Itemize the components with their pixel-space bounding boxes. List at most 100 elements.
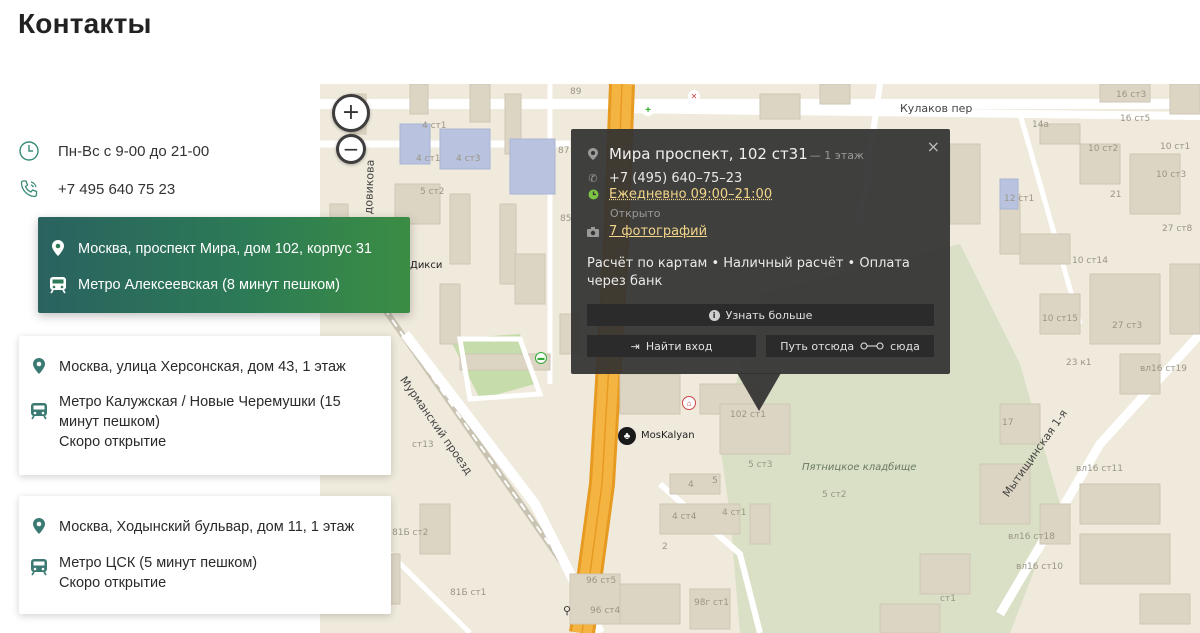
location-metro-text-line1: Метро Калужская / Новые Черемушки (15 [59, 394, 341, 410]
location-pin-icon [48, 239, 68, 256]
map-label-street: довикова [362, 159, 377, 215]
map-label-building: 27 ст3 [1112, 321, 1143, 331]
phone-text: +7 495 640 75 23 [58, 180, 176, 198]
pharmacy-marker-icon: + [642, 104, 654, 116]
map-label-building: ст1 [940, 594, 956, 604]
location-card[interactable]: Москва, улица Херсонская, дом 43, 1 этаж… [19, 336, 391, 475]
balloon-hours[interactable]: Ежедневно 09:00–21:00 [587, 187, 772, 202]
map-label-building: 89 [570, 87, 582, 97]
zoom-out-button[interactable]: − [336, 134, 366, 164]
location-metro: Метро Алексеевская (8 минут пешком) [48, 275, 340, 295]
map-label-building: 10 ст14 [1072, 256, 1108, 266]
map-label-building: 98г ст1 [694, 598, 729, 608]
map-label-building: ст13 [412, 440, 434, 450]
close-icon[interactable]: × [927, 137, 940, 156]
route-from-label[interactable]: Путь отсюда [780, 340, 854, 353]
map-label-poi: Дикси [410, 260, 443, 271]
map-label-building: 5 [712, 476, 718, 486]
map-label-street: Кулаков пер [900, 102, 973, 115]
map-label-building: 10 ст15 [1042, 314, 1078, 324]
route-icon [860, 340, 884, 353]
location-pin-icon [587, 148, 599, 160]
info-icon: i [708, 309, 720, 321]
location-address: Москва, проспект Мира, дом 102, корпус 3… [48, 239, 372, 259]
map-label-cemetery: Пятницкое кладбище [802, 462, 917, 473]
moskalyan-marker-icon[interactable]: ♣ [618, 427, 636, 445]
map-label-building: 4 ст1 [416, 154, 441, 164]
find-entrance-button[interactable]: ⇥ Найти вход [587, 335, 756, 357]
map-label-building: 16 ст3 [1116, 90, 1147, 100]
balloon-photos-link[interactable]: 7 фотографий [609, 224, 707, 239]
balloon-status: Открыто [610, 207, 661, 220]
location-address-text: Москва, Ходынский бульвар, дом 11, 1 эта… [59, 519, 355, 535]
map-label-building: 16 ст5 [1120, 114, 1151, 124]
balloon-photos[interactable]: 7 фотографий [587, 224, 707, 239]
balloon-address: Мира проспект, 102 ст31— 1 этаж [587, 145, 864, 163]
location-card-active[interactable]: Москва, проспект Мира, дом 102, корпус 3… [38, 217, 410, 313]
balloon-payment: Расчёт по картам • Наличный расчёт • Опл… [587, 256, 910, 289]
route-to-label[interactable]: сюда [890, 340, 920, 353]
balloon-title: Мира проспект, 102 ст31 [609, 145, 808, 163]
home-marker-icon: ⌂ [682, 396, 696, 410]
camera-icon [587, 226, 599, 237]
location-address-text: Москва, улица Херсонская, дом 43, 1 этаж [59, 359, 346, 375]
location-note: Скоро открытие [59, 434, 167, 450]
clock-icon [19, 141, 39, 161]
map-label-building: 96 ст4 [590, 606, 621, 616]
tram-marker-icon: ⚲ [562, 604, 572, 617]
map-label-building: 85 [560, 214, 572, 224]
location-metro-text-line2: минут пешком) [59, 414, 160, 430]
map-label-building: 5 ст2 [822, 490, 847, 500]
shop-marker-icon: ▬ [535, 352, 547, 364]
map-label-building: вл16 ст11 [1076, 464, 1124, 474]
map-label-building: 96 ст5 [586, 576, 617, 586]
metro-train-icon [29, 553, 49, 576]
location-card[interactable]: Москва, Ходынский бульвар, дом 11, 1 эта… [19, 496, 391, 614]
location-pin-icon [29, 517, 49, 534]
map-label-building: 4 ст4 [672, 512, 697, 522]
working-hours-text: Пн-Вс с 9-00 до 21-00 [58, 142, 210, 160]
map-label-building: 5 ст3 [748, 460, 773, 470]
balloon-phone[interactable]: ✆ +7 (495) 640–75–23 [587, 171, 742, 186]
location-address: Москва, улица Херсонская, дом 43, 1 этаж [29, 357, 346, 377]
map-label-building: 21 [1110, 190, 1122, 200]
location-metro: Метро Калужская / Новые Черемушки (15 ми… [29, 392, 341, 452]
map-label-building: 4 [688, 480, 694, 490]
balloon-floor: — 1 этаж [809, 149, 864, 162]
zoom-in-button[interactable]: + [332, 94, 370, 132]
map-label-building: 10 ст1 [1160, 142, 1191, 152]
location-address: Москва, Ходынский бульвар, дом 11, 1 эта… [29, 517, 354, 537]
map-label-building: 12 ст1 [1004, 194, 1035, 204]
map-label-building: 23 к1 [1066, 358, 1092, 368]
route-button[interactable]: Путь отсюда сюда [766, 335, 934, 357]
map-label-building: 4 ст1 [722, 508, 747, 518]
map[interactable]: Кулаков пер Мурманский проезд Мытищинска… [320, 84, 1200, 633]
location-metro-text: Метро Алексеевская (8 минут пешком) [78, 277, 340, 293]
map-label-building: 14а [1032, 120, 1049, 130]
metro-train-icon [48, 275, 68, 294]
learn-more-button[interactable]: i Узнать больше [587, 304, 934, 326]
map-label-building: 5 ст2 [420, 187, 445, 197]
find-entrance-label: Найти вход [645, 339, 713, 353]
location-metro-text: Метро ЦСК (5 минут пешком) [59, 555, 258, 571]
map-label-building: вл16 ст19 [1140, 364, 1188, 374]
map-label-building: 81Б ст1 [450, 588, 487, 598]
map-label-building: 87 [558, 146, 570, 156]
entrance-icon: ⇥ [630, 339, 640, 353]
map-label-building: 81Б ст2 [392, 528, 429, 538]
balloon-pointer [737, 373, 781, 411]
location-metro: Метро ЦСК (5 минут пешком) Скоро открыти… [29, 553, 257, 593]
food-marker-icon: ✕ [688, 90, 700, 102]
map-label-building: вл16 ст18 [1008, 532, 1056, 542]
map-label-building: 102 ст1 [730, 410, 766, 420]
balloon-phone-text: +7 (495) 640–75–23 [609, 171, 743, 186]
map-label-building: 17 [1002, 418, 1014, 428]
balloon-hours-text: Ежедневно 09:00–21:00 [609, 187, 773, 202]
map-label-building: 10 ст2 [1088, 144, 1119, 154]
map-label-poi[interactable]: MosKalyan [641, 430, 695, 441]
phone[interactable]: +7 495 640 75 23 [18, 178, 175, 200]
learn-more-label: Узнать больше [725, 308, 813, 322]
map-balloon: × Мира проспект, 102 ст31— 1 этаж ✆ +7 (… [571, 129, 950, 374]
page-title: Контакты [18, 8, 152, 39]
map-label-building: 10 ст3 [1156, 170, 1187, 180]
